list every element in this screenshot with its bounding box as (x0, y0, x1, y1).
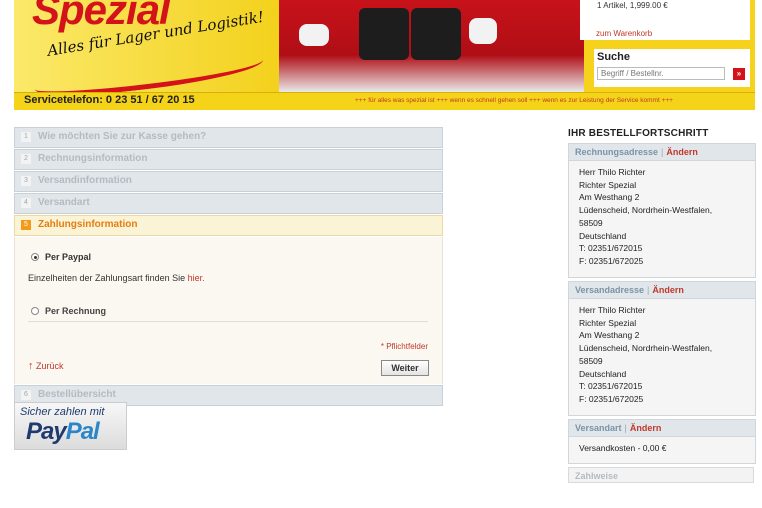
wheel-graphic (299, 24, 329, 46)
checkout-steps: 1 Wie möchten Sie zur Kasse gehen? 2 Rec… (14, 127, 443, 407)
address-tel: T: 02351/672015 (579, 243, 643, 254)
step-label: Versandart (38, 197, 90, 208)
step-payment[interactable]: 5 Zahlungsinformation (14, 215, 443, 236)
paypal-badge-caption: Sicher zahlen mit (20, 406, 105, 418)
shipping-cost: Versandkosten - 0,00 € (579, 443, 667, 453)
paypal-logo-pay: Pay (26, 418, 67, 445)
brand-area[interactable]: Spezial Alles für Lager und Logistik! (14, 0, 279, 92)
shipping-method-change-link[interactable]: Ändern (630, 423, 662, 433)
shipping-address-title: Versandadresse (575, 285, 645, 295)
shipping-method-title: Versandart (575, 423, 622, 433)
shipping-address-box: Versandadresse | Ändern Herr Thilo Richter… (568, 281, 756, 416)
arrow-up-icon: ↑ (28, 360, 34, 372)
address-city: Lüdenscheid, Nordrhein-Westfalen, (579, 205, 713, 216)
address-zip: 58509 (579, 355, 603, 366)
step-number: 1 (21, 132, 31, 142)
search-input[interactable] (597, 67, 725, 80)
step-label: Wie möchten Sie zur Kasse gehen? (38, 131, 207, 142)
payment-method-box: Zahlweise (568, 467, 754, 483)
step-label: Rechnungsinformation (38, 153, 148, 164)
back-label: Zurück (36, 361, 64, 371)
paypal-radio[interactable] (31, 253, 39, 261)
shipping-change-link[interactable]: Ändern (652, 285, 684, 295)
step-label: Versandinformation (38, 175, 132, 186)
step-label: Zahlungsinformation (38, 219, 138, 230)
roller-graphic (359, 8, 409, 60)
paypal-info: Einzelheiten der Zahlungsart finden Sie … (28, 273, 205, 283)
address-company: Richter Spezial (579, 179, 637, 190)
cart-summary: 1 Artikel, 1,999.00 € (597, 1, 668, 10)
service-bar: Servicetelefon: 0 23 51 / 67 20 15 +++ f… (14, 92, 755, 110)
shipping-method-box: Versandart | Ändern Versandkosten - 0,00 € (568, 419, 756, 464)
separator: | (661, 147, 664, 157)
shipping-method-header: Versandart | Ändern (569, 420, 755, 437)
billing-address-body: Herr Thilo Richter Richter Spezial Am We… (569, 161, 755, 273)
step-number: 2 (21, 154, 31, 164)
address-tel: T: 02351/672015 (579, 381, 643, 392)
step-number: 6 (21, 390, 31, 400)
shipping-method-body: Versandkosten - 0,00 € (569, 437, 755, 460)
address-zip: 58509 (579, 217, 603, 228)
billing-address-title: Rechnungsadresse (575, 147, 659, 157)
step-label: Bestellübersicht (38, 389, 116, 400)
search-title: Suche (597, 51, 631, 63)
shipping-address-header: Versandadresse | Ändern (569, 282, 755, 299)
service-ticker: +++ für alles was spezial ist +++ wenn e… (355, 97, 673, 104)
billing-address-header: Rechnungsadresse | Ändern (569, 144, 755, 161)
separator: | (624, 423, 627, 433)
address-city: Lüdenscheid, Nordrhein-Westfalen, (579, 343, 713, 354)
step-billing[interactable]: 2 Rechnungsinformation (14, 149, 443, 170)
step-checkout-method[interactable]: 1 Wie möchten Sie zur Kasse gehen? (14, 127, 443, 148)
back-link[interactable]: ↑ Zurück (28, 360, 64, 372)
next-button[interactable]: Weiter (381, 360, 429, 376)
search-button[interactable]: » (733, 68, 745, 80)
pallet-truck-image (279, 0, 584, 92)
address-street: Am Westhang 2 (579, 330, 640, 341)
paypal-logo: PayPal (26, 418, 100, 446)
step-shipping-method[interactable]: 4 Versandart (14, 193, 443, 214)
required-note: * Pflichtfelder (380, 342, 428, 351)
paypal-badge: Sicher zahlen mit PayPal (14, 402, 127, 450)
step-number: 5 (21, 220, 31, 230)
step-number: 4 (21, 198, 31, 208)
paypal-info-link[interactable]: hier. (188, 273, 205, 283)
rechnung-option-label[interactable]: Per Rechnung (45, 306, 106, 316)
paypal-info-text: Einzelheiten der Zahlungsart finden Sie (28, 273, 186, 283)
address-fax: F: 02351/672025 (579, 255, 644, 266)
address-country: Deutschland (579, 368, 627, 379)
rechnung-radio[interactable] (31, 307, 39, 315)
payment-panel: Per Paypal Einzelheiten der Zahlungsart … (14, 237, 443, 384)
step-number: 3 (21, 176, 31, 186)
address-company: Richter Spezial (579, 317, 637, 328)
billing-address-box: Rechnungsadresse | Ändern Herr Thilo Richt… (568, 143, 756, 278)
cart-link[interactable]: zum Warenkorb (596, 29, 652, 38)
address-street: Am Westhang 2 (579, 192, 640, 203)
roller-graphic (411, 8, 461, 60)
shipping-address-body: Herr Thilo Richter Richter Spezial Am We… (569, 299, 755, 411)
paypal-logo-pal: Pal (65, 418, 100, 445)
address-name: Herr Thilo Richter (579, 305, 646, 315)
step-shipping-info[interactable]: 3 Versandinformation (14, 171, 443, 192)
wheel-graphic (469, 18, 497, 44)
billing-change-link[interactable]: Ändern (666, 147, 698, 157)
service-phone: Servicetelefon: 0 23 51 / 67 20 15 (24, 94, 195, 106)
address-fax: F: 02351/672025 (579, 393, 644, 404)
address-country: Deutschland (579, 230, 627, 241)
paypal-option-label[interactable]: Per Paypal (45, 252, 91, 262)
progress-title: IHR BESTELLFORTSCHRITT (568, 128, 709, 139)
separator: | (647, 285, 650, 295)
address-name: Herr Thilo Richter (579, 167, 646, 177)
divider (28, 321, 428, 322)
